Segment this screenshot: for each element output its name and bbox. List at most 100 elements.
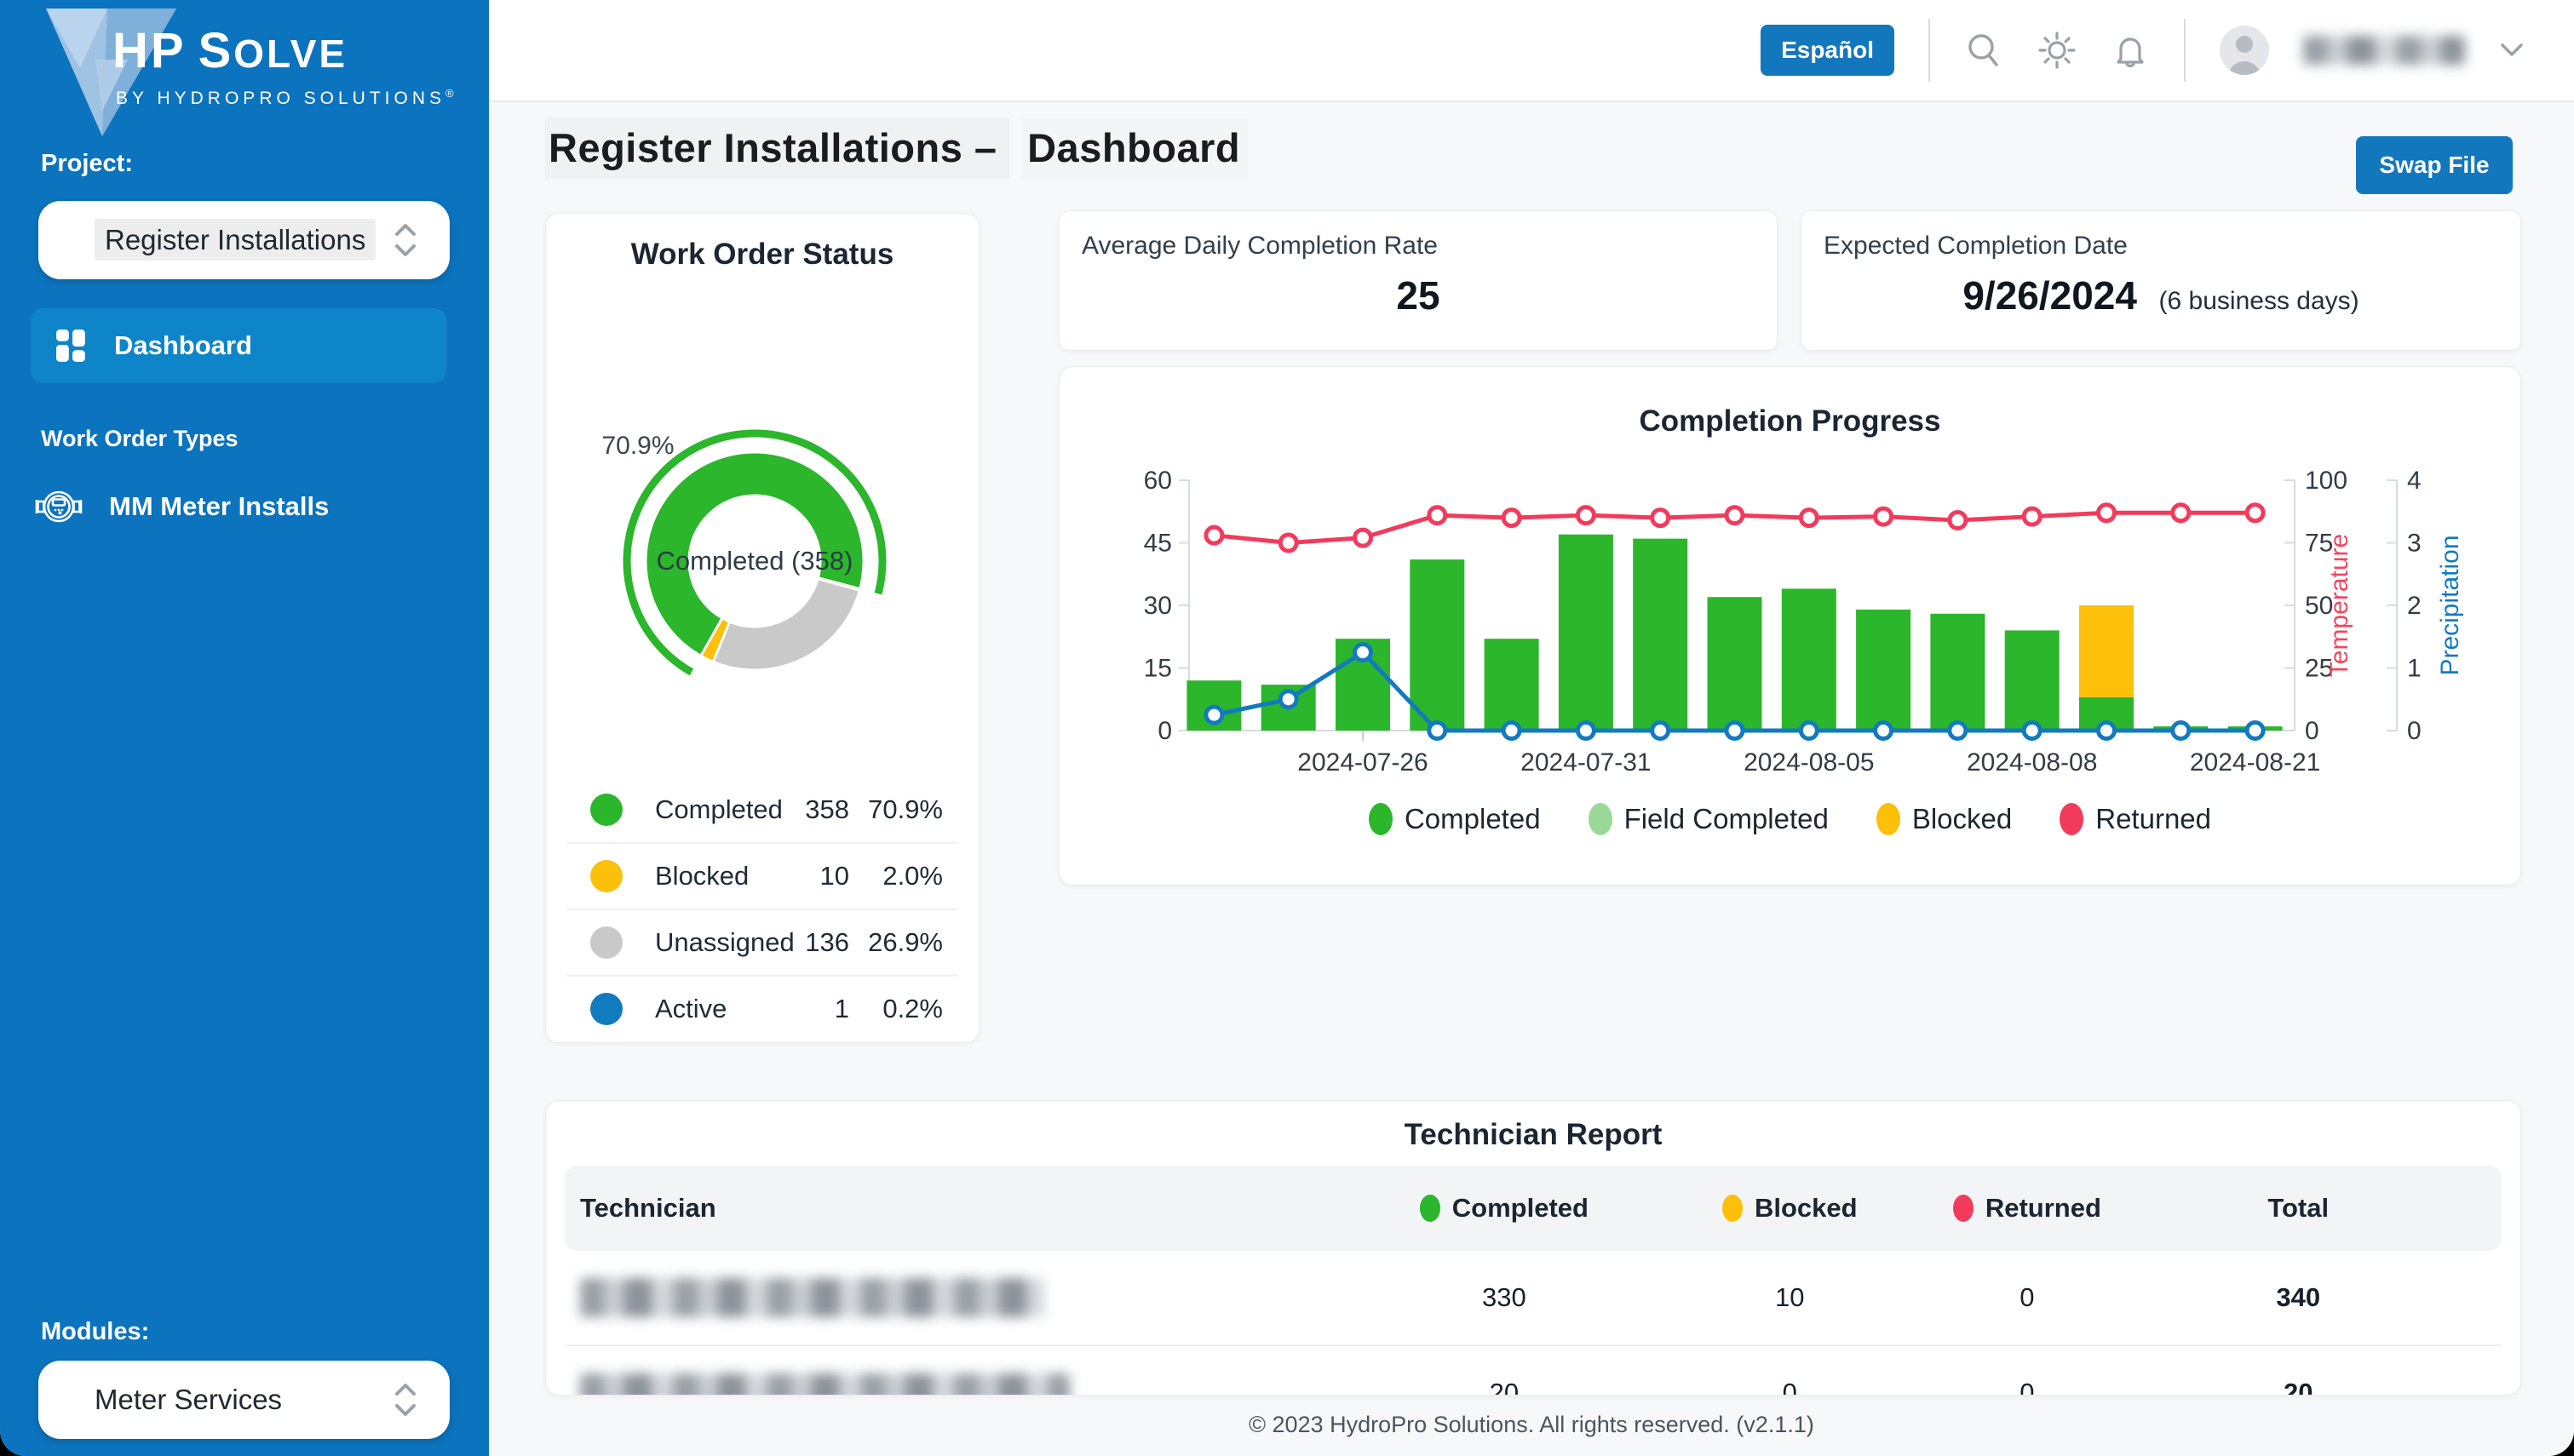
status-dot-icon: [590, 860, 623, 892]
expected-completion-note: (6 business days): [2158, 287, 2359, 315]
avatar[interactable]: [2220, 26, 2269, 75]
project-label: Project:: [41, 150, 133, 177]
bar-completed: [1856, 609, 1911, 731]
water-meter-icon: [31, 484, 87, 529]
chart-legend-item-blocked[interactable]: Blocked: [1876, 803, 2012, 835]
legend-label: Blocked: [1911, 803, 2013, 834]
svg-text:2024-07-31: 2024-07-31: [1520, 748, 1651, 777]
legend-label: Field Completed: [1623, 803, 1829, 834]
avg-daily-completion-card: Average Daily Completion Rate 25: [1059, 210, 1778, 351]
sidebar-item-dashboard[interactable]: Dashboard: [31, 308, 446, 383]
dashboard-grid-icon: [56, 330, 87, 362]
modules-select[interactable]: Meter Services: [38, 1361, 450, 1439]
cell-total: 340: [2276, 1282, 2321, 1312]
notifications-bell-icon[interactable]: [2111, 30, 2150, 71]
donut-segment-unassigned: [711, 576, 862, 672]
brand-logo: HP SOLVE BY HYDROPRO SOLUTIONS®: [0, 0, 489, 153]
bar-completed: [1781, 588, 1836, 731]
status-dot-icon: [590, 926, 623, 959]
legend-dot-icon: [1368, 803, 1393, 835]
donut-center-label: Completed (358): [657, 546, 853, 576]
user-name-blurred[interactable]: [2303, 36, 2465, 65]
status-percent: 2.0%: [882, 861, 943, 891]
column-dot-icon: [1721, 1195, 1743, 1222]
search-icon[interactable]: [1964, 31, 2003, 70]
technician-table: Technician Completed Blocked Returned Total …: [565, 1166, 2502, 1396]
chart-legend-item-field-completed[interactable]: Field Completed: [1588, 803, 1829, 835]
work-order-status-card: Work Order Status 70.9% Completed (358) C…: [545, 213, 980, 1043]
column-header-technician: Technician: [565, 1193, 1340, 1224]
bar-completed: [1410, 559, 1465, 731]
svg-text:2024-08-05: 2024-08-05: [1744, 748, 1874, 777]
status-dot-icon: [590, 993, 623, 1025]
chart-legend-item-returned[interactable]: Returned: [2060, 803, 2211, 835]
svg-text:1: 1: [2407, 655, 2422, 683]
swap-file-button[interactable]: Swap File: [2356, 136, 2513, 194]
axis-label-temperature: Temperature: [2325, 534, 2353, 677]
modules-select-value: Meter Services: [95, 1384, 283, 1415]
select-updown-icon: [395, 224, 416, 256]
chart-legend-item-completed[interactable]: Completed: [1368, 803, 1541, 835]
cell-blocked: 0: [1782, 1378, 1797, 1396]
svg-text:2024-08-21: 2024-08-21: [2190, 748, 2320, 777]
bar-completed: [1930, 613, 1985, 731]
topbar-divider: [2184, 19, 2186, 82]
chevron-down-icon[interactable]: [2499, 42, 2525, 59]
sidebar-item-mm-meter-installs[interactable]: MM Meter Installs: [31, 477, 457, 536]
cell-total: 20: [2283, 1378, 2313, 1396]
brand-name: HP SOLVE: [112, 23, 348, 78]
cell-completed: 20: [1489, 1378, 1520, 1396]
expected-completion-label: Expected Completion Date: [1824, 232, 2128, 260]
status-label: Blocked: [655, 861, 750, 891]
bar-blocked: [2079, 605, 2134, 697]
column-header-returned: Returned: [1910, 1193, 2143, 1224]
svg-text:60: 60: [1144, 467, 1172, 495]
status-dot-icon: [590, 794, 623, 826]
svg-text:3: 3: [2407, 530, 2422, 558]
technician-table-header: Technician Completed Blocked Returned Total: [565, 1166, 2502, 1251]
svg-text:0: 0: [1158, 717, 1172, 745]
column-label: Total: [2267, 1193, 2330, 1223]
avg-daily-label: Average Daily Completion Rate: [1082, 232, 1438, 260]
completion-progress-card: Completion Progress 0 15 30 45 60 2024-07-26 2…: [1059, 366, 2521, 886]
language-button[interactable]: Español: [1761, 25, 1894, 76]
topbar: Español: [489, 0, 2574, 102]
expected-completion-value: 9/26/2024 (6 business days): [1962, 273, 2359, 318]
project-select[interactable]: Register Installations: [38, 201, 450, 279]
status-count: 10: [819, 861, 849, 891]
work-order-types-label: Work Order Types: [41, 426, 238, 451]
status-percent: 26.9%: [868, 927, 943, 957]
cell-returned: 0: [2020, 1282, 2035, 1312]
project-select-value: Register Installations: [95, 219, 376, 261]
status-count: 136: [805, 927, 849, 957]
technician-table-body: 330 10 0 340 20 0 0 20: [565, 1251, 2502, 1396]
status-count: 1: [834, 994, 849, 1023]
column-dot-icon: [1419, 1195, 1440, 1222]
svg-text:100: 100: [2305, 467, 2347, 495]
cell-returned: 0: [2020, 1378, 2035, 1396]
cell-blocked: 10: [1775, 1282, 1805, 1312]
column-label: Returned: [1985, 1193, 2101, 1223]
column-dot-icon: [1952, 1195, 1974, 1222]
select-updown-icon: [395, 1384, 416, 1416]
technician-report-card: Technician Report Technician Completed Blo…: [545, 1100, 2521, 1396]
status-percent: 0.2%: [882, 994, 943, 1023]
column-label: Technician: [580, 1193, 716, 1223]
svg-text:0: 0: [2305, 717, 2319, 745]
completion-progress-legend: Completed Field Completed Blocked Return…: [1060, 803, 2520, 835]
avg-daily-value: 25: [1396, 273, 1440, 318]
bar-completed: [1484, 639, 1539, 731]
table-row: 20 0 0 20: [565, 1346, 2502, 1396]
svg-text:2: 2: [2407, 592, 2422, 620]
column-label: Completed: [1451, 1193, 1589, 1223]
legend-label: Completed: [1404, 803, 1541, 834]
bar-completed: [1707, 597, 1762, 731]
svg-text:30: 30: [1144, 592, 1172, 620]
work-order-status-donut-chart: 70.9% Completed (358): [601, 429, 887, 676]
bar-completed: [1633, 538, 1688, 731]
work-order-status-legend: Completed 358 70.9% Blocked 10 2.0% Unas…: [566, 777, 958, 1041]
svg-text:4: 4: [2407, 467, 2422, 495]
legend-dot-icon: [1876, 803, 1900, 835]
theme-sun-icon[interactable]: [2037, 31, 2077, 70]
status-percent: 70.9%: [868, 794, 943, 824]
